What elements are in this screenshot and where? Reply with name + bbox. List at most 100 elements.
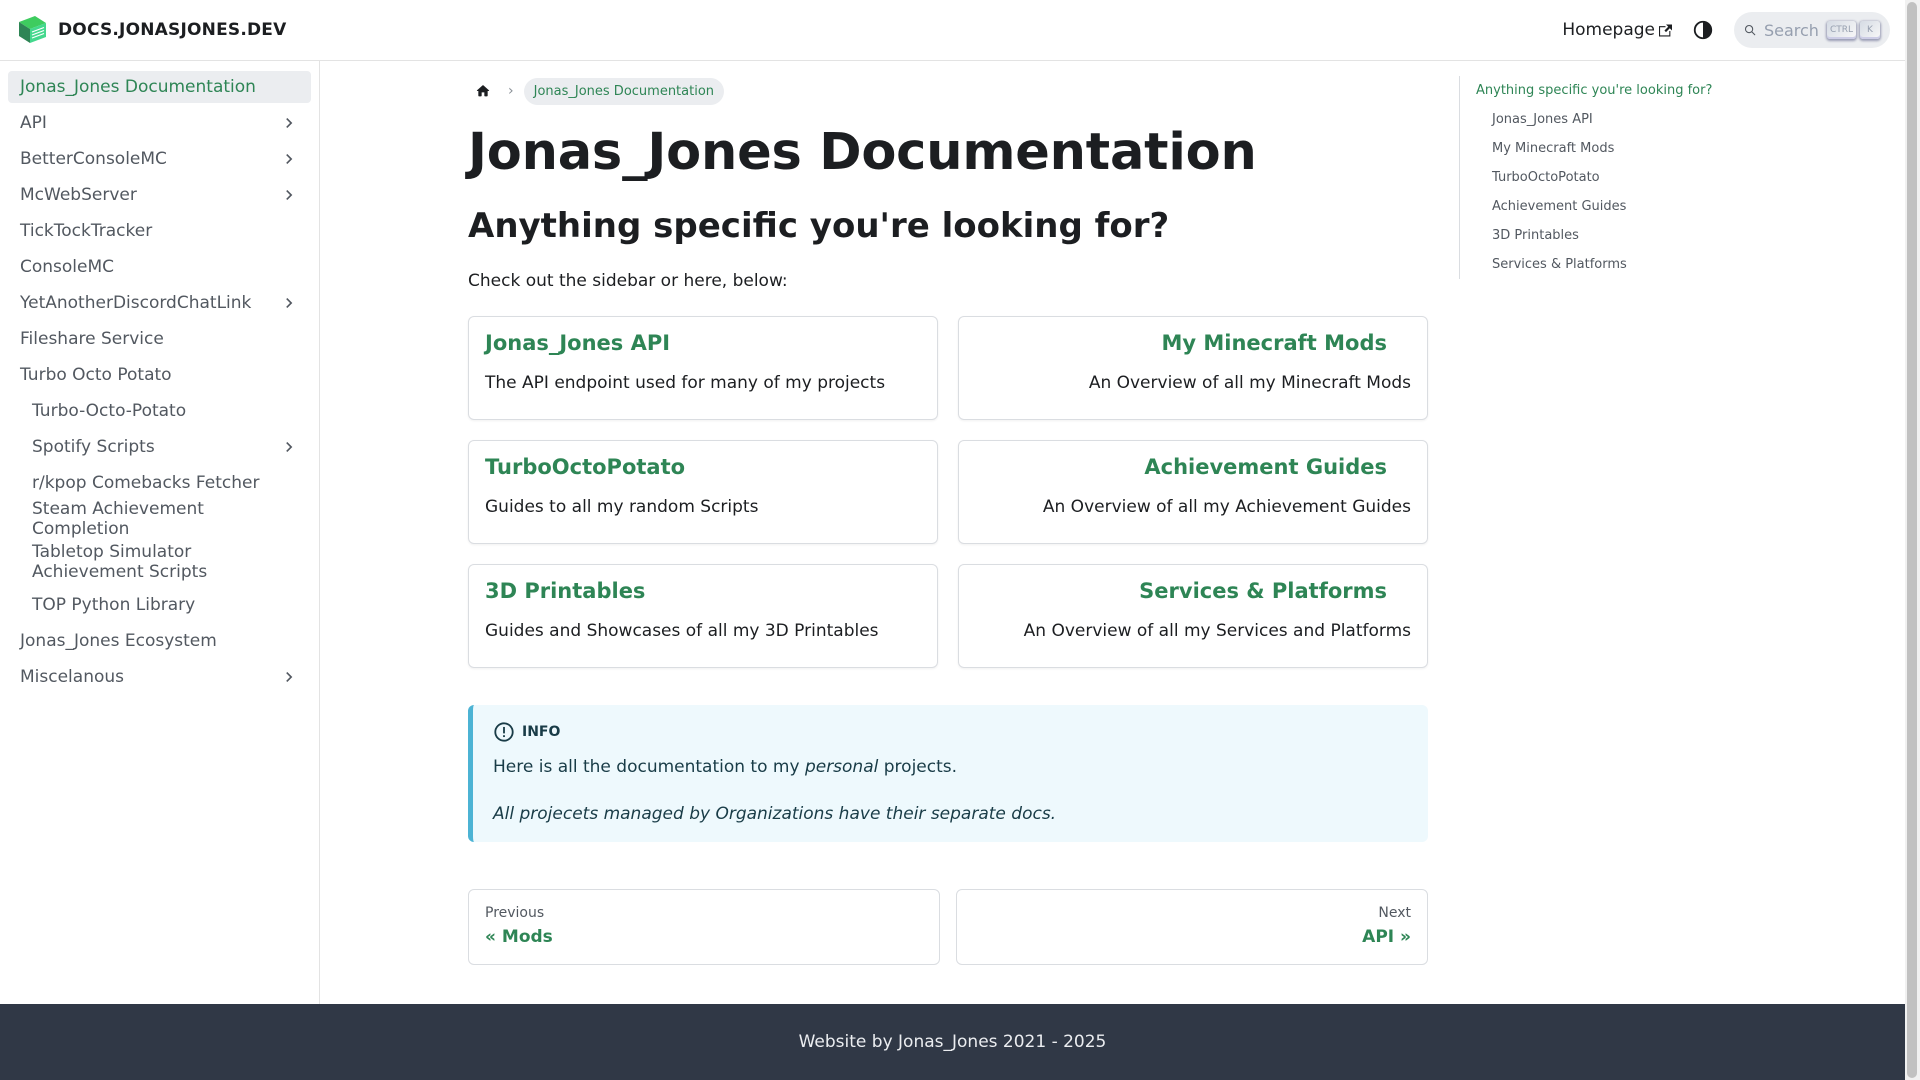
sidebar-item-turbo-octo-potato-page[interactable]: Turbo-Octo-Potato <box>8 395 311 427</box>
page-title: Jonas_Jones Documentation <box>468 123 1257 182</box>
sidebar-item-label: BetterConsoleMC <box>20 149 167 169</box>
sidebar-item-label: YetAnotherDiscordChatLink <box>20 293 252 313</box>
info-text-before: Here is all the documentation to my <box>493 757 805 777</box>
info-heading-label: INFO <box>522 724 561 740</box>
sidebar-item-label: API <box>20 113 47 133</box>
toc-item-jonas-jones-api[interactable]: Jonas_Jones API <box>1476 105 1719 134</box>
main-content: › Jonas_Jones Documentation Jonas_Jones … <box>468 61 1428 965</box>
sidebar-item-jonas-jones-ecosystem[interactable]: Jonas_Jones Ecosystem <box>8 625 311 657</box>
doc-cards-grid: Jonas_Jones API The API endpoint used fo… <box>468 316 1428 668</box>
chevron-right-icon[interactable] <box>279 113 299 133</box>
pagination-next-sublabel: Next <box>1378 905 1411 921</box>
pagination-next-label: API » <box>1362 927 1411 947</box>
table-of-contents: Anything specific you're looking for? Jo… <box>1459 76 1719 279</box>
sidebar-item-label: ConsoleMC <box>20 257 115 277</box>
sidebar-item-jonas-jones-documentation[interactable]: Jonas_Jones Documentation <box>8 71 311 103</box>
card-title: Services & Platforms <box>1139 579 1387 603</box>
footer-copyright: Website by Jonas_Jones 2021 - 2025 <box>798 1032 1107 1052</box>
chevron-right-icon[interactable] <box>279 293 299 313</box>
intro-text: Check out the sidebar or here, below: <box>468 271 788 291</box>
sidebar-item-api[interactable]: API <box>8 107 311 139</box>
toc-item-3d-printables[interactable]: 3D Printables <box>1476 221 1719 250</box>
kbd-ctrl: CTRL <box>1826 21 1856 39</box>
theme-toggle-button[interactable] <box>1690 17 1716 43</box>
sidebar-item-yetanotherdiscordchatlink[interactable]: YetAnotherDiscordChatLink <box>8 287 311 319</box>
sidebar: Jonas_Jones Documentation API BetterCons… <box>0 61 320 1004</box>
book-logo-icon <box>19 16 46 43</box>
card-my-minecraft-mods[interactable]: My Minecraft Mods An Overview of all my … <box>958 316 1428 420</box>
sidebar-item-label: Jonas_Jones Ecosystem <box>20 631 217 651</box>
card-title: Achievement Guides <box>1144 455 1387 479</box>
chevron-right-icon[interactable] <box>279 437 299 457</box>
info-admonition: INFO Here is all the documentation to my… <box>468 705 1428 842</box>
chevron-right-icon[interactable] <box>279 667 299 687</box>
info-note: All projecets managed by Organizations h… <box>493 804 1057 824</box>
navbar: DOCS.JONASJONES.DEV Homepage Search CTRL… <box>0 0 1905 61</box>
sidebar-item-ticktocktracker[interactable]: TickTockTracker <box>8 215 311 247</box>
navbar-right: Homepage Search CTRL K <box>1562 12 1890 48</box>
sidebar-item-label: Tabletop Simulator Achievement Scripts <box>32 542 208 582</box>
sidebar-item-label: TickTockTracker <box>20 221 153 241</box>
card-title: 3D Printables <box>485 579 646 603</box>
toc-item-services-platforms[interactable]: Services & Platforms <box>1476 250 1719 279</box>
sidebar-item-betterconsolemc[interactable]: BetterConsoleMC <box>8 143 311 175</box>
pagination-next-link[interactable]: Next API » <box>956 889 1428 965</box>
card-description: An Overview of all my Minecraft Mods <box>1088 373 1411 393</box>
toc-item-turbooctopotato[interactable]: TurboOctoPotato <box>1476 163 1719 192</box>
breadcrumb-current: Jonas_Jones Documentation <box>523 77 725 105</box>
sidebar-item-label: McWebServer <box>20 185 137 205</box>
doc-pagination: Previous « Mods Next API » <box>468 889 1428 965</box>
sidebar-item-turbo-octo-potato[interactable]: Turbo Octo Potato <box>8 359 311 391</box>
info-exclamation-icon <box>494 722 514 742</box>
card-description: Guides and Showcases of all my 3D Printa… <box>485 621 879 641</box>
pagination-previous-sublabel: Previous <box>485 905 545 921</box>
kbd-k: K <box>1860 21 1880 39</box>
sidebar-item-mcwebserver[interactable]: McWebServer <box>8 179 311 211</box>
info-text: Here is all the documentation to my pers… <box>493 757 1408 777</box>
card-description: An Overview of all my Services and Platf… <box>1023 621 1411 641</box>
card-title: My Minecraft Mods <box>1161 331 1387 355</box>
external-link-icon <box>1659 24 1672 36</box>
sidebar-item-tabletop-simulator-achievement-scripts[interactable]: Tabletop Simulator Achievement Scripts <box>8 539 311 585</box>
sidebar-item-label: Jonas_Jones Documentation <box>20 77 256 97</box>
sidebar-item-steam-achievement-completion[interactable]: Steam Achievement Completion <box>8 499 311 539</box>
sidebar-item-miscelanous[interactable]: Miscelanous <box>8 661 311 693</box>
search-button[interactable]: Search CTRL K <box>1734 12 1890 48</box>
card-title: TurboOctoPotato <box>485 455 686 479</box>
sidebar-item-spotify-scripts[interactable]: Spotify Scripts <box>8 431 311 463</box>
sidebar-item-kpop-comebacks-fetcher[interactable]: r/kpop Comebacks Fetcher <box>8 467 311 499</box>
pagination-previous-link[interactable]: Previous « Mods <box>468 889 940 965</box>
breadcrumb-separator-icon: › <box>508 83 514 99</box>
toc-item-anything-specific[interactable]: Anything specific you're looking for? <box>1476 76 1719 105</box>
search-icon <box>1744 24 1756 36</box>
sidebar-item-label: Miscelanous <box>20 667 125 687</box>
card-3d-printables[interactable]: 3D Printables Guides and Showcases of al… <box>468 564 938 668</box>
scrollbar-thumb[interactable] <box>1907 2 1917 1078</box>
pagination-previous-label: « Mods <box>485 927 553 947</box>
chevron-right-icon[interactable] <box>279 185 299 205</box>
sidebar-item-consolemc[interactable]: ConsoleMC <box>8 251 311 283</box>
toc-item-achievement-guides[interactable]: Achievement Guides <box>1476 192 1719 221</box>
breadcrumb: › Jonas_Jones Documentation <box>468 76 1428 106</box>
brand-link[interactable]: DOCS.JONASJONES.DEV <box>15 14 286 46</box>
sidebar-item-label: TOP Python Library <box>32 595 196 615</box>
sidebar-item-label: Steam Achievement Completion <box>32 499 204 539</box>
homepage-link[interactable]: Homepage <box>1562 20 1672 40</box>
card-turbooctopotato[interactable]: TurboOctoPotato Guides to all my random … <box>468 440 938 544</box>
sidebar-item-label: Turbo Octo Potato <box>20 365 172 385</box>
footer: Website by Jonas_Jones 2021 - 2025 <box>0 1004 1905 1080</box>
home-icon <box>476 85 490 97</box>
sidebar-item-label: Fileshare Service <box>20 329 164 349</box>
page-scrollbar[interactable] <box>1905 0 1920 1080</box>
toc-item-my-minecraft-mods[interactable]: My Minecraft Mods <box>1476 134 1719 163</box>
contrast-icon <box>1693 20 1713 40</box>
breadcrumb-home-link[interactable] <box>468 76 498 106</box>
card-jonas-jones-api[interactable]: Jonas_Jones API The API endpoint used fo… <box>468 316 938 420</box>
chevron-right-icon[interactable] <box>279 149 299 169</box>
card-services-platforms[interactable]: Services & Platforms An Overview of all … <box>958 564 1428 668</box>
sidebar-item-fileshare-service[interactable]: Fileshare Service <box>8 323 311 355</box>
sidebar-item-label: Spotify Scripts <box>32 437 155 457</box>
card-achievement-guides[interactable]: Achievement Guides An Overview of all my… <box>958 440 1428 544</box>
sidebar-item-label: Turbo-Octo-Potato <box>32 401 187 421</box>
sidebar-item-top-python-library[interactable]: TOP Python Library <box>8 589 311 621</box>
